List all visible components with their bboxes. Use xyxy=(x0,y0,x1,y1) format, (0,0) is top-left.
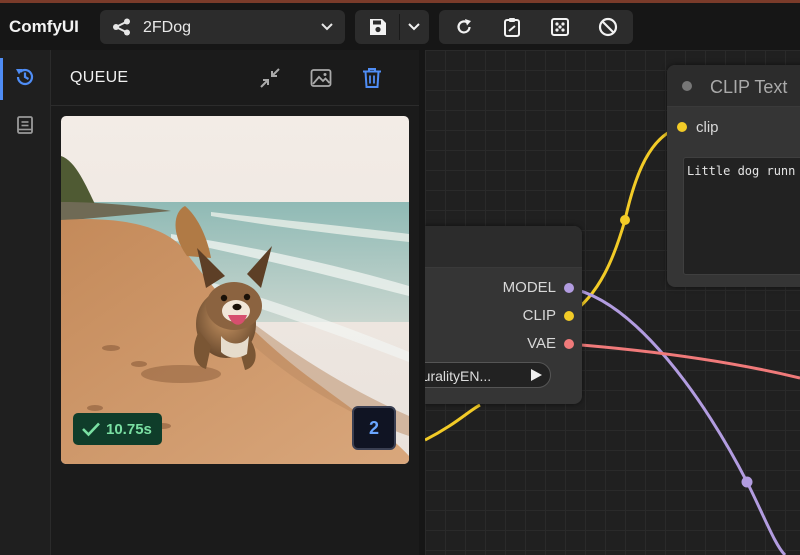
save-icon xyxy=(370,19,386,35)
top-menu-bar: ComfyUI 2FDog xyxy=(0,0,800,50)
collapse-icon xyxy=(260,68,280,88)
output-vae-label: VAE xyxy=(527,335,556,352)
node-header xyxy=(425,226,582,268)
ban-icon xyxy=(598,17,618,37)
queue-header: QUEUE xyxy=(51,50,419,106)
checkpoint-loader-node[interactable]: MODEL CLIP VAE ruralityEN... xyxy=(425,226,582,404)
divider xyxy=(399,14,400,40)
play-icon xyxy=(531,369,542,381)
checkpoint-combo[interactable]: ruralityEN... xyxy=(425,362,551,388)
check-icon xyxy=(82,422,100,437)
save-button-group xyxy=(355,10,429,44)
queue-title: QUEUE xyxy=(70,69,129,86)
node-collapse-dot[interactable] xyxy=(682,81,692,91)
clipspace-button[interactable] xyxy=(495,10,529,44)
share-icon xyxy=(113,18,130,36)
gallery-button[interactable] xyxy=(307,64,335,92)
collapse-button[interactable] xyxy=(256,64,284,92)
book-icon xyxy=(17,116,33,134)
input-clip-slot[interactable] xyxy=(677,122,687,132)
node-header: CLIP Text xyxy=(667,65,800,107)
checkpoint-value: ruralityEN... xyxy=(425,368,492,384)
interrupt-button[interactable] xyxy=(591,10,625,44)
sidebar-item-queue[interactable] xyxy=(9,61,41,93)
output-model-label: MODEL xyxy=(502,279,556,296)
sidebar-item-library[interactable] xyxy=(9,109,41,141)
workflow-name: 2FDog xyxy=(143,19,192,36)
output-count-button[interactable]: 2 xyxy=(352,406,396,450)
workflow-selector[interactable]: 2FDog xyxy=(100,10,345,44)
refresh-icon xyxy=(457,19,471,34)
output-clip-label: CLIP xyxy=(522,307,556,324)
output-vae-slot[interactable] xyxy=(564,339,574,349)
chevron-down-icon xyxy=(321,23,333,31)
node-title: CLIP Text xyxy=(710,77,788,97)
app-logo: ComfyUI xyxy=(9,17,79,36)
queue-panel: QUEUE 10.75s 2 xyxy=(51,50,419,555)
active-indicator xyxy=(0,58,3,100)
save-button[interactable] xyxy=(361,10,395,44)
output-count: 2 xyxy=(368,417,379,438)
fit-view-button[interactable] xyxy=(543,10,577,44)
sidebar-rail xyxy=(0,50,51,555)
trash-icon xyxy=(363,68,381,88)
execution-time: 10.75s xyxy=(106,420,152,438)
output-model-slot[interactable] xyxy=(564,283,574,293)
chevron-down-icon xyxy=(408,23,420,31)
image-icon xyxy=(310,69,332,87)
output-clip-slot[interactable] xyxy=(564,311,574,321)
refresh-button[interactable] xyxy=(447,10,481,44)
history-icon xyxy=(16,68,34,86)
fit-view-icon xyxy=(551,18,569,36)
prompt-text: Little dog runn xyxy=(687,164,796,178)
app-root: ComfyUI 2FDog QUEUE 10.75s 2 MODEL CLIP … xyxy=(0,0,800,555)
clipboard-icon xyxy=(504,18,520,37)
save-options-dropdown[interactable] xyxy=(401,10,427,44)
prompt-textarea[interactable]: Little dog runn xyxy=(683,157,800,275)
execution-time-badge: 10.75s xyxy=(73,413,162,445)
queue-item[interactable]: 10.75s 2 xyxy=(61,116,409,464)
clear-queue-button[interactable] xyxy=(358,64,386,92)
canvas-actions xyxy=(439,10,633,44)
input-clip-label: clip xyxy=(696,119,719,136)
graph-canvas[interactable]: MODEL CLIP VAE ruralityEN... CLIP Text c… xyxy=(425,50,800,555)
clip-text-encode-node[interactable]: CLIP Text clip Little dog runn xyxy=(667,65,800,287)
